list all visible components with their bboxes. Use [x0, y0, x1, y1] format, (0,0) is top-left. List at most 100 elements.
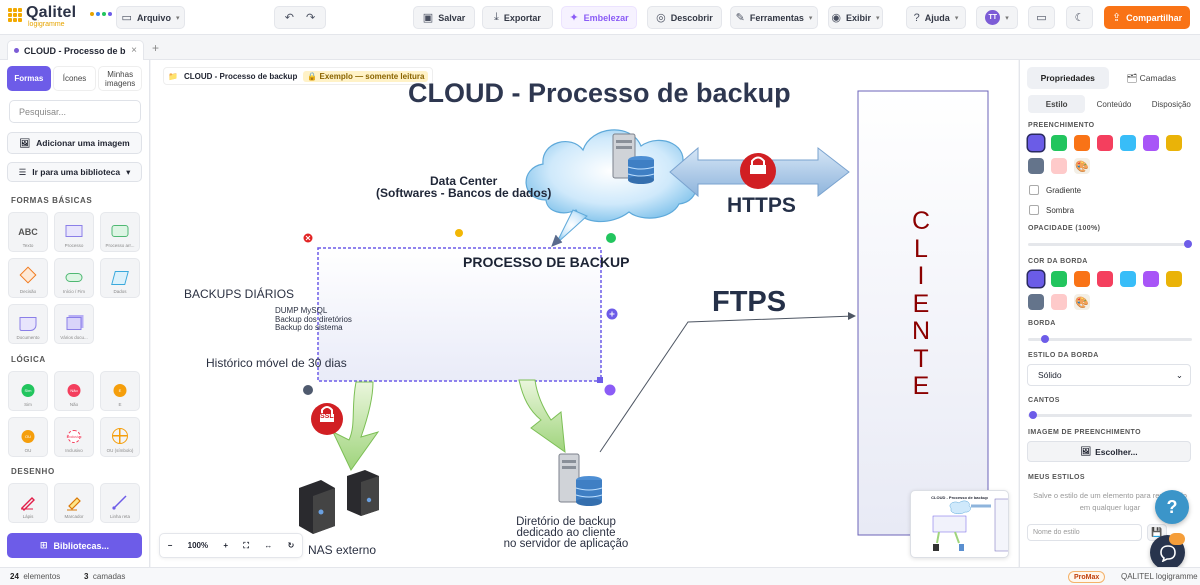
color-swatch[interactable]	[1074, 271, 1090, 287]
compartilhar-button[interactable]: ⇪ Compartilhar	[1104, 6, 1190, 29]
present-button[interactable]: ▭	[1028, 6, 1055, 29]
color-swatch[interactable]	[1097, 135, 1113, 151]
color-swatch[interactable]	[1166, 271, 1182, 287]
ftps-label[interactable]: FTPS	[712, 286, 786, 319]
color-swatch[interactable]	[1166, 135, 1182, 151]
exportar-button[interactable]: ⤓ Exportar	[482, 6, 553, 29]
diagram-canvas[interactable]: 📁 CLOUD - Processo de backup 🔒 Exemplo —…	[151, 60, 1018, 567]
diretorio-label[interactable]: Diretório de backup dedicado ao cliente …	[501, 516, 631, 550]
shadow-checkbox[interactable]: Sombra	[1029, 205, 1074, 215]
chat-button[interactable]	[1150, 533, 1185, 570]
color-swatch[interactable]	[1074, 135, 1090, 151]
tab-conteudo[interactable]: Conteúdo	[1085, 95, 1142, 113]
undo-icon[interactable]: ↶	[285, 11, 294, 24]
shape-process[interactable]: Processo	[54, 212, 94, 252]
theme-toggle[interactable]: ☾	[1066, 6, 1093, 29]
add-image-button[interactable]: 🖼 Adicionar uma imagem	[7, 132, 142, 154]
search-input[interactable]: Pesquisar...	[9, 100, 141, 123]
plan-badge[interactable]: ProMax	[1068, 571, 1106, 583]
tool-marker[interactable]: Marcador	[54, 483, 94, 523]
arquivo-menu[interactable]: ▭ Arquivo ▾	[116, 6, 185, 29]
shape-start-end[interactable]: Início / Fim	[54, 258, 94, 298]
shape-multi-document[interactable]: Vários docu...	[54, 304, 94, 344]
user-menu[interactable]: TT ▾	[976, 6, 1018, 29]
custom-color-palette-icon[interactable]: 🎨	[1074, 294, 1090, 310]
shape-text[interactable]: ABC Texto	[8, 212, 48, 252]
color-swatch[interactable]	[1028, 135, 1044, 151]
historico-label[interactable]: Histórico móvel de 30 dias	[206, 356, 347, 370]
style-handle-icon[interactable]	[604, 384, 616, 396]
tool-line[interactable]: Linha reta	[100, 483, 140, 523]
zoom-out-icon[interactable]: −	[168, 541, 173, 550]
rotate-handle[interactable]	[455, 229, 463, 237]
color-swatch[interactable]	[1051, 294, 1067, 310]
color-swatch[interactable]	[1120, 135, 1136, 151]
slider-knob[interactable]	[1184, 240, 1192, 248]
color-swatch[interactable]	[1097, 271, 1113, 287]
datacenter-label[interactable]: Data Center (Softwares - Bancos de dados…	[376, 175, 551, 199]
shape-rounded-process[interactable]: Processo arr...	[100, 212, 140, 252]
slider-knob[interactable]	[1041, 335, 1049, 343]
shape-or[interactable]: OU OU	[8, 417, 48, 457]
app-logo[interactable]: Qalitel logigramme	[8, 4, 112, 32]
minimap[interactable]: CLOUD - Processo de backup	[910, 490, 1009, 558]
shape-document[interactable]: Documento	[8, 304, 48, 344]
resize-handle[interactable]	[597, 377, 603, 383]
opacity-slider[interactable]	[1028, 240, 1192, 248]
salvar-button[interactable]: ▣ Salvar	[413, 6, 475, 29]
color-swatch[interactable]	[1051, 158, 1067, 174]
color-swatch[interactable]	[1028, 158, 1044, 174]
color-swatch[interactable]	[1051, 135, 1067, 151]
tab-icones[interactable]: Ícones	[52, 66, 97, 91]
ajuda-menu[interactable]: ? Ajuda ▾	[906, 6, 966, 29]
shape-exclusive[interactable]: Exclusivo Inclusivo	[54, 417, 94, 457]
dump-label[interactable]: DUMP MySQL Backup dos diretórios Backup …	[275, 306, 352, 333]
corners-slider[interactable]	[1028, 411, 1192, 419]
embelezar-button[interactable]: ✦ Embelezar	[561, 6, 637, 29]
tab-minhas-imagens[interactable]: Minhas imagens	[98, 66, 143, 91]
style-name-input[interactable]: Nome do estilo	[1027, 524, 1142, 541]
tab-disposicao[interactable]: Disposição	[1143, 95, 1200, 113]
tool-pencil[interactable]: Lápis	[8, 483, 48, 523]
fit-width-icon[interactable]: ↔	[264, 541, 272, 550]
reset-view-icon[interactable]: ↻	[288, 541, 295, 550]
color-swatch[interactable]	[1143, 271, 1159, 287]
library-link[interactable]: ☰ Ir para uma biblioteca ▾	[7, 162, 142, 182]
green-arrow-right[interactable]	[518, 379, 566, 454]
color-swatch[interactable]	[1028, 294, 1044, 310]
ferramentas-menu[interactable]: ✎ Ferramentas ▾	[730, 6, 818, 29]
color-swatch[interactable]	[1143, 135, 1159, 151]
shape-yes[interactable]: Sim Sim	[8, 371, 48, 411]
libraries-button[interactable]: ⊞ Bibliotecas...	[7, 533, 142, 558]
diagram-title[interactable]: CLOUD - Processo de backup	[408, 78, 791, 109]
shape-and[interactable]: E E	[100, 371, 140, 411]
tab-estilo[interactable]: Estilo	[1028, 95, 1086, 113]
shape-or-symbol[interactable]: OU (símbolo)	[100, 417, 140, 457]
nas-label[interactable]: NAS externo	[308, 543, 376, 557]
color-swatch[interactable]	[1120, 271, 1136, 287]
choose-image-button[interactable]: 🖼 Escolher...	[1027, 441, 1191, 462]
tab-propriedades[interactable]: Propriedades	[1027, 67, 1109, 89]
cloud-shape[interactable]	[525, 129, 698, 245]
close-icon[interactable]: ×	[131, 45, 137, 56]
redo-icon[interactable]: ↷	[306, 11, 315, 24]
zoom-in-icon[interactable]: +	[223, 541, 228, 550]
backups-label[interactable]: BACKUPS DIÁRIOS	[184, 287, 294, 301]
new-tab-icon[interactable]: +	[152, 41, 159, 55]
color-swatch[interactable]	[1028, 271, 1044, 287]
slider-knob[interactable]	[1029, 411, 1037, 419]
tab-formas[interactable]: Formas	[7, 66, 51, 91]
shape-data[interactable]: Dados	[100, 258, 140, 298]
border-width-slider[interactable]	[1028, 335, 1192, 343]
shape-no[interactable]: Não Não	[54, 371, 94, 411]
fit-screen-icon[interactable]: ⛶	[243, 541, 249, 551]
exibir-menu[interactable]: ◉ Exibir ▾	[828, 6, 883, 29]
custom-color-palette-icon[interactable]: 🎨	[1074, 158, 1090, 174]
tab-document[interactable]: CLOUD - Processo de b... ×	[7, 40, 144, 60]
shape-decision[interactable]: Decisão	[8, 258, 48, 298]
ftps-connector[interactable]	[599, 315, 855, 453]
descobrir-button[interactable]: ◎ Descobrir	[647, 6, 722, 29]
border-style-select[interactable]: Sólido ⌄	[1027, 364, 1191, 386]
link-handle-icon[interactable]	[303, 385, 313, 395]
https-label[interactable]: HTTPS	[727, 194, 796, 218]
